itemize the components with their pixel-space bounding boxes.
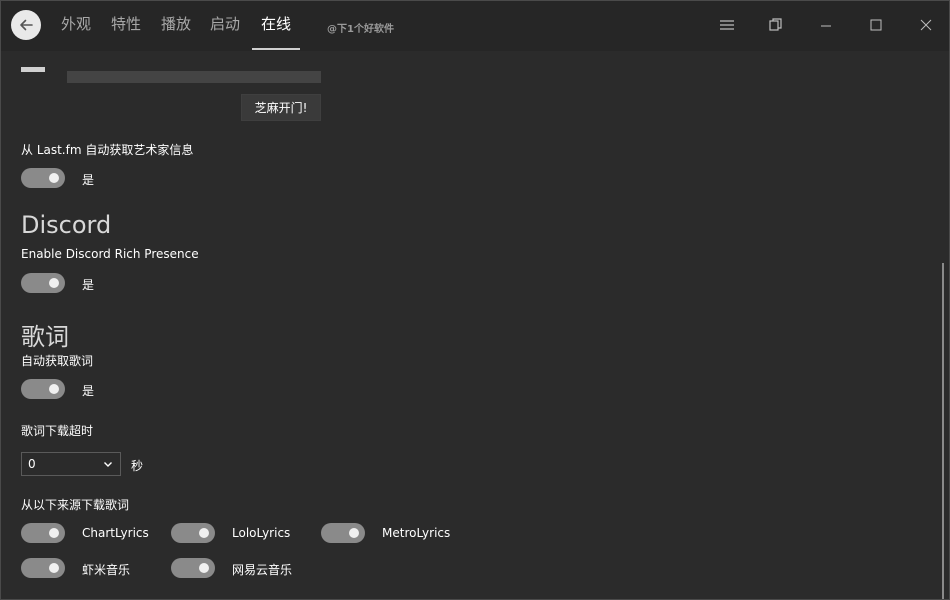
vertical-scrollbar[interactable] bbox=[942, 263, 944, 599]
lyrics-timeout-select[interactable]: 0 bbox=[21, 452, 121, 476]
auto-fetch-lyrics-label: 自动获取歌词 bbox=[21, 354, 94, 368]
minimize-icon[interactable] bbox=[817, 16, 835, 34]
sesame-open-button[interactable]: 芝麻开门! bbox=[241, 94, 321, 121]
source-lololyrics-label: LoloLyrics bbox=[232, 526, 291, 540]
source-chartlyrics-label: ChartLyrics bbox=[82, 526, 149, 540]
source-lololyrics-toggle[interactable] bbox=[171, 523, 215, 543]
arrow-left-icon bbox=[20, 19, 33, 31]
toggle-knob bbox=[49, 278, 59, 288]
title-bar: 外观 特性 播放 启动 在线 @下1个好软件 bbox=[1, 1, 949, 51]
tab-startup[interactable]: 启动 bbox=[210, 13, 240, 51]
lastfm-toggle[interactable] bbox=[21, 168, 65, 188]
tab-playback[interactable]: 播放 bbox=[161, 13, 191, 51]
toggle-knob bbox=[349, 528, 359, 538]
toggle-knob bbox=[49, 173, 59, 183]
source-xiami-toggle[interactable] bbox=[21, 558, 65, 578]
settings-content: 芝麻开门! 从 Last.fm 自动获取艺术家信息 是 Discord Enab… bbox=[1, 51, 949, 599]
lastfm-toggle-text: 是 bbox=[82, 173, 95, 187]
tab-appearance[interactable]: 外观 bbox=[61, 13, 91, 51]
source-metrolyrics-toggle[interactable] bbox=[321, 523, 365, 543]
toggle-knob bbox=[199, 563, 209, 573]
restore-views-icon[interactable] bbox=[767, 16, 785, 34]
timeout-unit: 秒 bbox=[131, 459, 144, 473]
toggle-knob bbox=[49, 384, 59, 394]
partial-field-label bbox=[21, 67, 45, 72]
source-xiami-label: 虾米音乐 bbox=[82, 563, 131, 577]
close-icon[interactable] bbox=[917, 16, 935, 34]
chevron-down-icon bbox=[104, 462, 112, 467]
source-chartlyrics-toggle[interactable] bbox=[21, 523, 65, 543]
discord-rich-presence-label: Enable Discord Rich Presence bbox=[21, 247, 199, 261]
toggle-knob bbox=[49, 528, 59, 538]
toggle-knob bbox=[199, 528, 209, 538]
lastfm-label: 从 Last.fm 自动获取艺术家信息 bbox=[21, 143, 194, 157]
timeout-value: 0 bbox=[28, 457, 36, 471]
maximize-icon[interactable] bbox=[867, 16, 885, 34]
watermark-text: @下1个好软件 bbox=[327, 24, 394, 35]
partial-text-input[interactable] bbox=[67, 71, 321, 83]
back-button[interactable] bbox=[11, 10, 41, 40]
source-netease-label: 网易云音乐 bbox=[232, 563, 293, 577]
auto-fetch-lyrics-toggle[interactable] bbox=[21, 379, 65, 399]
discord-section-title: Discord bbox=[21, 211, 112, 239]
lyrics-sources-label: 从以下来源下载歌词 bbox=[21, 498, 130, 512]
lyrics-section-title: 歌词 bbox=[21, 323, 69, 351]
source-metrolyrics-label: MetroLyrics bbox=[382, 526, 451, 540]
hamburger-icon[interactable] bbox=[718, 16, 736, 34]
toggle-knob bbox=[49, 563, 59, 573]
source-netease-toggle[interactable] bbox=[171, 558, 215, 578]
discord-toggle-text: 是 bbox=[82, 278, 95, 292]
tab-features[interactable]: 特性 bbox=[111, 13, 141, 51]
app-window: 外观 特性 播放 启动 在线 @下1个好软件 芝麻开门! 从 Last.fm 自… bbox=[0, 0, 950, 600]
discord-rich-presence-toggle[interactable] bbox=[21, 273, 65, 293]
auto-fetch-toggle-text: 是 bbox=[82, 384, 95, 398]
tab-online[interactable]: 在线 bbox=[251, 13, 301, 51]
lyrics-timeout-label: 歌词下载超时 bbox=[21, 424, 94, 438]
